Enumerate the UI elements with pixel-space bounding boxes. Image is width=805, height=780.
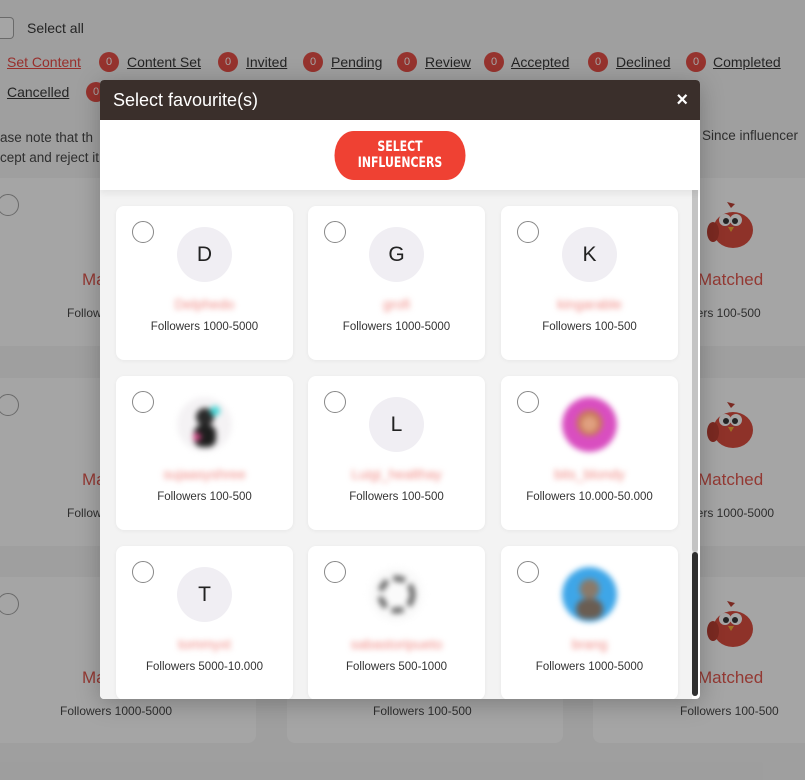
followers-label: Followers 10.000-50.000	[526, 491, 653, 503]
influencer-name: bits_blondy	[554, 466, 625, 482]
followers-label: Followers 500-1000	[345, 661, 447, 673]
select-favourites-modal: Select favourite(s) × SELECT INFLUENCERS…	[100, 80, 700, 699]
select-radio[interactable]	[324, 221, 346, 243]
influencer-name: grofi	[382, 296, 411, 312]
influencer-card[interactable]: G grofi Followers 1000-5000	[308, 206, 485, 360]
scroll-lower-segment[interactable]	[692, 552, 698, 696]
modal-scrollbar[interactable]	[692, 120, 698, 696]
avatar-photo	[369, 567, 424, 622]
followers-label: Followers 100-500	[349, 491, 444, 503]
influencer-card[interactable]: T tommyxt Followers 5000-10.000	[116, 546, 293, 699]
select-influencers-button[interactable]: SELECT INFLUENCERS	[334, 130, 466, 180]
followers-label: Followers 1000-5000	[535, 661, 644, 673]
modal-title: Select favourite(s)	[113, 89, 259, 110]
influencer-card[interactable]: K kingarable Followers 100-500	[501, 206, 678, 360]
followers-label: Followers 1000-5000	[342, 321, 451, 333]
select-radio[interactable]	[517, 391, 539, 413]
select-radio[interactable]	[324, 561, 346, 583]
influencer-name: brang	[571, 636, 608, 652]
avatar: K	[562, 227, 617, 282]
influencer-name: tommyxt	[178, 636, 231, 652]
avatar-photo	[562, 397, 617, 452]
influencer-name: Luigi_healthay	[351, 466, 442, 482]
select-radio[interactable]	[324, 391, 346, 413]
followers-label: Followers 100-500	[542, 321, 637, 333]
influencer-card[interactable]: sabastoripueto Followers 500-1000	[308, 546, 485, 699]
avatar: G	[369, 227, 424, 282]
avatar-photo	[177, 397, 232, 452]
influencer-name: sabastoripueto	[350, 636, 443, 652]
influencer-name: kingarable	[557, 296, 622, 312]
select-radio[interactable]	[517, 221, 539, 243]
avatar: T	[177, 567, 232, 622]
select-radio[interactable]	[517, 561, 539, 583]
avatar-photo	[562, 567, 617, 622]
select-radio[interactable]	[132, 391, 154, 413]
followers-label: Followers 100-500	[157, 491, 252, 503]
influencer-card[interactable]: brang Followers 1000-5000	[501, 546, 678, 699]
influencer-card[interactable]: D Delphedo Followers 1000-5000	[116, 206, 293, 360]
avatar: L	[369, 397, 424, 452]
select-radio[interactable]	[132, 221, 154, 243]
influencer-card[interactable]: sujaasyshree Followers 100-500	[116, 376, 293, 530]
followers-label: Followers 1000-5000	[150, 321, 259, 333]
influencer-card[interactable]: bits_blondy Followers 10.000-50.000	[501, 376, 678, 530]
influencer-card[interactable]: L Luigi_healthay Followers 100-500	[308, 376, 485, 530]
followers-label: Followers 5000-10.000	[146, 661, 263, 673]
avatar: D	[177, 227, 232, 282]
modal-action-bar: SELECT INFLUENCERS	[100, 120, 700, 190]
influencer-grid: D Delphedo Followers 1000-5000 G grofi F…	[100, 190, 692, 699]
modal-header: Select favourite(s) ×	[100, 80, 700, 120]
close-icon[interactable]: ×	[676, 90, 688, 110]
influencer-name: sujaasyshree	[163, 466, 246, 482]
influencer-name: Delphedo	[174, 296, 235, 312]
select-radio[interactable]	[132, 561, 154, 583]
